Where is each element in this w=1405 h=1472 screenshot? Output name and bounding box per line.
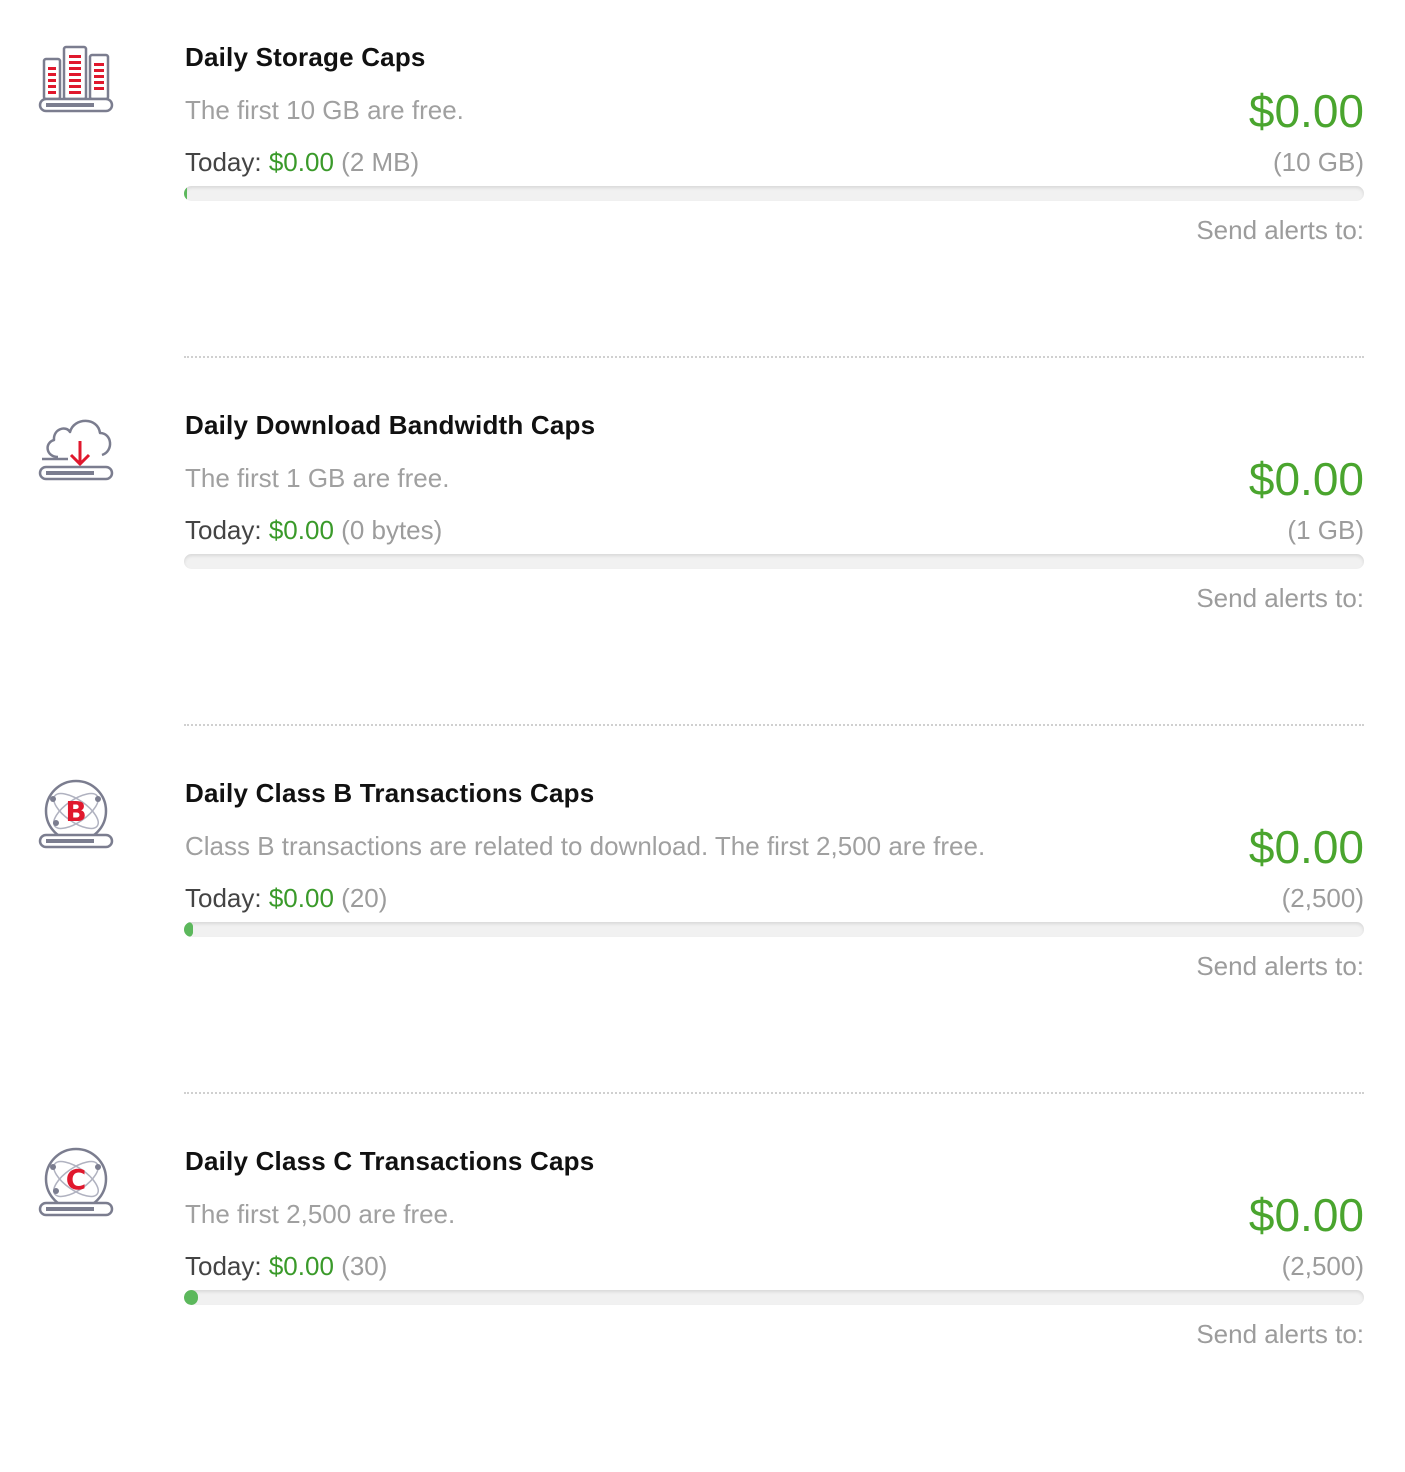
class-b-cap-section: B Daily Class B Transactions Caps Class … — [0, 736, 1405, 1104]
send-alerts-label: Send alerts to: — [1196, 215, 1364, 245]
today-cost: $0.00 — [268, 515, 334, 545]
send-alerts-label: Send alerts to: — [1196, 1319, 1364, 1349]
cap-title: Daily Class B Transactions Caps — [185, 778, 595, 808]
section-divider — [184, 356, 1364, 358]
cap-title: Daily Class C Transactions Caps — [185, 1146, 595, 1176]
today-label: Today: — [185, 515, 262, 545]
today-label: Today: — [185, 883, 262, 913]
today-usage-line: Today: $0.00 (20) — [185, 883, 387, 914]
cap-limit: (2,500) — [1281, 883, 1364, 913]
usage-progress-fill — [184, 1290, 199, 1305]
usage-progress-bar — [184, 1290, 1364, 1305]
cap-title: Daily Storage Caps — [185, 42, 426, 72]
cap-price: $0.00 — [1248, 453, 1364, 505]
today-usage-line: Today: $0.00 (30) — [185, 1251, 387, 1282]
icon-letter: B — [65, 795, 86, 828]
class-b-transactions-icon: B — [38, 779, 114, 851]
cap-description: The first 1 GB are free. — [185, 463, 450, 493]
usage-progress-bar — [184, 186, 1364, 201]
cap-description: The first 10 GB are free. — [185, 95, 464, 125]
storage-icon — [38, 43, 114, 115]
today-label: Today: — [185, 147, 262, 177]
today-label: Today: — [185, 1251, 262, 1281]
storage-cap-section: Daily Storage Caps The first 10 GB are f… — [0, 0, 1405, 368]
cap-limit: (2,500) — [1281, 1251, 1364, 1281]
class-c-transactions-icon: C — [38, 1147, 114, 1219]
section-divider — [184, 724, 1364, 726]
cap-title: Daily Download Bandwidth Caps — [185, 410, 596, 440]
cap-limit: (1 GB) — [1287, 515, 1364, 545]
cap-description: The first 2,500 are free. — [185, 1199, 456, 1229]
cloud-download-icon — [38, 411, 114, 483]
today-usage: (0 bytes) — [341, 515, 443, 545]
usage-progress-bar — [184, 922, 1364, 937]
download-bandwidth-cap-section: Daily Download Bandwidth Caps The first … — [0, 368, 1405, 736]
cap-limit: (10 GB) — [1272, 147, 1364, 177]
cap-description: Class B transactions are related to down… — [185, 831, 986, 861]
today-usage-line: Today: $0.00 (0 bytes) — [185, 515, 442, 546]
today-usage: (2 MB) — [341, 147, 420, 177]
today-cost: $0.00 — [268, 883, 334, 913]
send-alerts-label: Send alerts to: — [1196, 951, 1364, 981]
today-usage: (30) — [341, 1251, 388, 1281]
cap-price: $0.00 — [1248, 85, 1364, 137]
send-alerts-label: Send alerts to: — [1196, 583, 1364, 613]
cap-price: $0.00 — [1248, 1189, 1364, 1241]
today-usage: (20) — [341, 883, 388, 913]
icon-letter: C — [66, 1163, 87, 1196]
cap-price: $0.00 — [1248, 821, 1364, 873]
class-c-cap-section: C Daily Class C Transactions Caps The fi… — [0, 1104, 1405, 1472]
today-cost: $0.00 — [268, 1251, 334, 1281]
usage-progress-bar — [184, 554, 1364, 569]
section-divider — [184, 1092, 1364, 1094]
usage-progress-fill — [184, 186, 187, 201]
usage-progress-fill — [184, 922, 194, 937]
today-cost: $0.00 — [268, 147, 334, 177]
today-usage-line: Today: $0.00 (2 MB) — [185, 147, 419, 178]
